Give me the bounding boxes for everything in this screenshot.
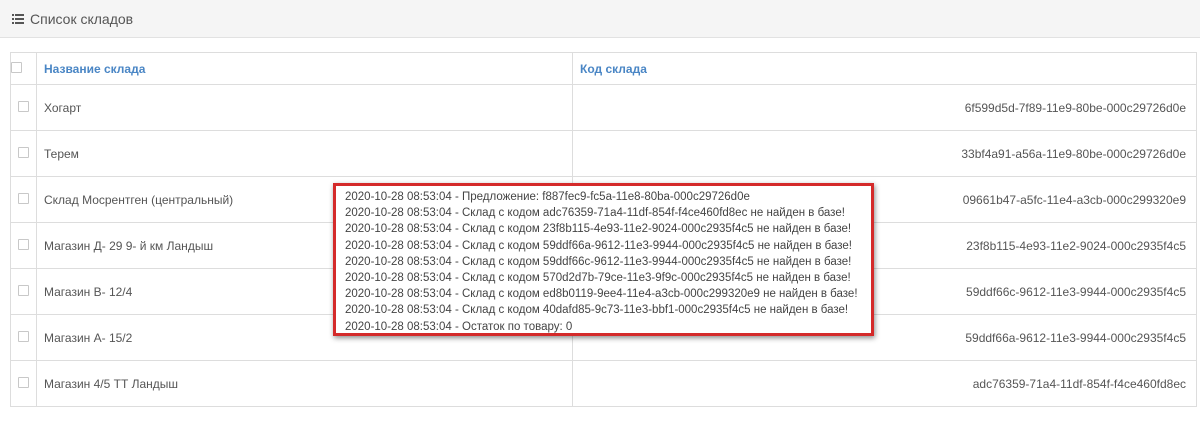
log-line: 2020-10-28 08:53:04 - Склад с кодом adc7… bbox=[345, 207, 845, 220]
panel-header: Список складов bbox=[0, 0, 1200, 38]
table-row[interactable]: Магазин 4/5 ТТ Ландыш adc76359-71a4-11df… bbox=[10, 360, 1197, 407]
log-line: 2020-10-28 08:53:04 - Склад с кодом ed8b… bbox=[345, 288, 858, 301]
row-checkbox[interactable] bbox=[18, 100, 29, 112]
sort-by-name-link[interactable]: Название склада bbox=[44, 62, 145, 76]
log-line: 2020-10-28 08:53:04 - Склад с кодом 40da… bbox=[345, 304, 849, 317]
row-check-cell bbox=[10, 268, 37, 315]
row-check-cell bbox=[10, 314, 37, 361]
column-header-name: Название склада bbox=[36, 52, 573, 85]
panel-title: Список складов bbox=[30, 10, 134, 27]
log-line: 2020-10-28 08:53:04 - Склад с кодом 59dd… bbox=[345, 239, 852, 252]
row-check-cell bbox=[10, 360, 37, 407]
log-line: 2020-10-28 08:53:04 - Склад с кодом 570d… bbox=[345, 272, 851, 285]
table-row[interactable]: Терем 33bf4a91-a56a-11e9-80be-000c29726d… bbox=[10, 130, 1197, 177]
log-line: 2020-10-28 08:53:04 - Предложение: f887f… bbox=[345, 191, 750, 203]
row-checkbox[interactable] bbox=[18, 330, 29, 342]
row-check-cell bbox=[10, 176, 37, 223]
log-popup: 2020-10-28 08:53:04 - Предложение: f887f… bbox=[333, 183, 874, 336]
warehouse-name: Хогарт bbox=[36, 84, 573, 131]
table-header-row: Название склада Код склада bbox=[10, 52, 1197, 85]
select-all-checkbox[interactable] bbox=[11, 61, 22, 73]
warehouse-name: Магазин 4/5 ТТ Ландыш bbox=[36, 360, 573, 407]
row-checkbox[interactable] bbox=[18, 376, 29, 388]
list-icon bbox=[12, 13, 24, 24]
row-check-cell bbox=[10, 222, 37, 269]
column-header-code: Код склада bbox=[572, 52, 1197, 85]
row-checkbox[interactable] bbox=[18, 284, 29, 296]
row-checkbox[interactable] bbox=[18, 238, 29, 250]
log-line: 2020-10-28 08:53:04 - Остаток по товару:… bbox=[345, 320, 573, 333]
warehouse-code: 6f599d5d-7f89-11e9-80be-000c29726d0e bbox=[572, 84, 1197, 131]
log-line: 2020-10-28 08:53:04 - Склад с кодом 59dd… bbox=[345, 255, 852, 268]
row-checkbox[interactable] bbox=[18, 146, 29, 158]
select-all-cell bbox=[10, 52, 37, 85]
table-row[interactable]: Хогарт 6f599d5d-7f89-11e9-80be-000c29726… bbox=[10, 84, 1197, 131]
warehouse-code: 33bf4a91-a56a-11e9-80be-000c29726d0e bbox=[572, 130, 1197, 177]
row-check-cell bbox=[10, 130, 37, 177]
row-check-cell bbox=[10, 84, 37, 131]
sort-by-code-link[interactable]: Код склада bbox=[580, 62, 647, 76]
warehouse-name: Терем bbox=[36, 130, 573, 177]
row-checkbox[interactable] bbox=[18, 192, 29, 204]
warehouse-code: adc76359-71a4-11df-854f-f4ce460fd8ec bbox=[572, 360, 1197, 407]
log-line: 2020-10-28 08:53:04 - Склад с кодом 23f8… bbox=[345, 223, 852, 236]
